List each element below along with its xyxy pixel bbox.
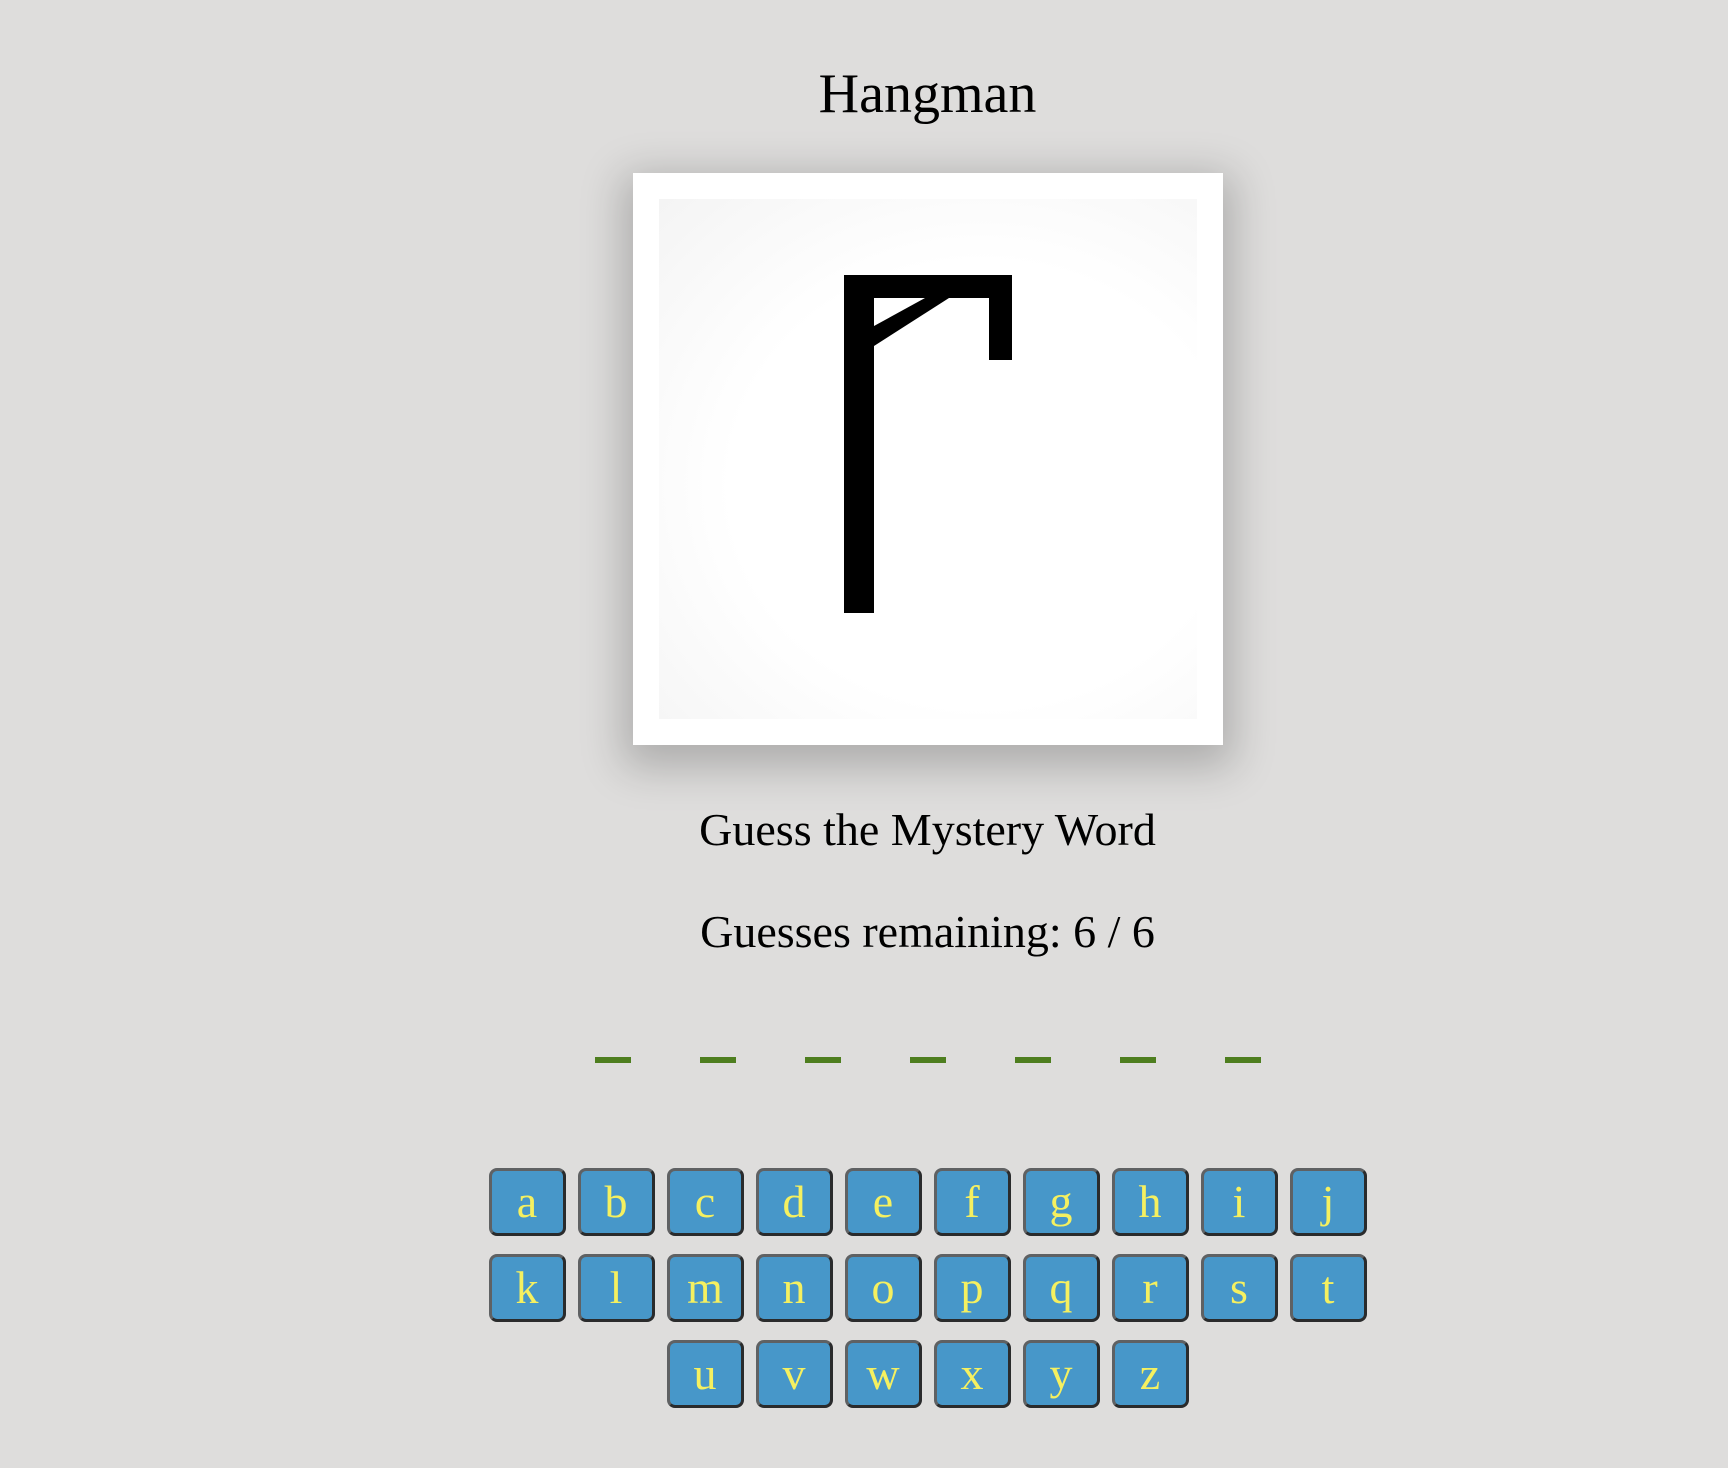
- gallows-drawing: [844, 275, 1012, 613]
- letter-key-q[interactable]: q: [1022, 1254, 1100, 1322]
- letter-key-y[interactable]: y: [1022, 1340, 1100, 1408]
- letter-key-f[interactable]: f: [933, 1168, 1011, 1236]
- letter-blank: [699, 1057, 736, 1063]
- gallows-beam: [844, 275, 1012, 298]
- letter-blank: [1014, 1057, 1051, 1063]
- letter-key-t[interactable]: t: [1289, 1254, 1367, 1322]
- hangman-drawing-frame: [633, 173, 1223, 745]
- letter-key-j[interactable]: j: [1289, 1168, 1367, 1236]
- letter-key-x[interactable]: x: [933, 1340, 1011, 1408]
- letter-blank: [594, 1057, 631, 1063]
- keyboard-row: klmnopqrst: [488, 1254, 1367, 1322]
- letter-key-g[interactable]: g: [1022, 1168, 1100, 1236]
- letter-key-o[interactable]: o: [844, 1254, 922, 1322]
- letter-key-n[interactable]: n: [755, 1254, 833, 1322]
- page-title: Hangman: [818, 63, 1037, 125]
- letter-key-e[interactable]: e: [844, 1168, 922, 1236]
- letter-blank: [1224, 1057, 1261, 1063]
- keyboard-row: uvwxyz: [666, 1340, 1189, 1408]
- keyboard-row: abcdefghij: [488, 1168, 1367, 1236]
- letter-key-i[interactable]: i: [1200, 1168, 1278, 1236]
- letter-blank: [1119, 1057, 1156, 1063]
- gallows-brace: [874, 298, 949, 346]
- letter-key-d[interactable]: d: [755, 1168, 833, 1236]
- letter-key-w[interactable]: w: [844, 1340, 922, 1408]
- letter-key-b[interactable]: b: [577, 1168, 655, 1236]
- instruction-text: Guess the Mystery Word: [699, 804, 1156, 855]
- letter-key-l[interactable]: l: [577, 1254, 655, 1322]
- letter-blank: [909, 1057, 946, 1063]
- letter-key-a[interactable]: a: [488, 1168, 566, 1236]
- letter-key-p[interactable]: p: [933, 1254, 1011, 1322]
- gallows-rope: [989, 275, 1012, 360]
- letter-key-v[interactable]: v: [755, 1340, 833, 1408]
- letter-key-r[interactable]: r: [1111, 1254, 1189, 1322]
- gallows-post: [844, 275, 874, 613]
- letter-key-h[interactable]: h: [1111, 1168, 1189, 1236]
- mystery-word: [0, 1057, 1728, 1063]
- letter-key-z[interactable]: z: [1111, 1340, 1189, 1408]
- letter-key-u[interactable]: u: [666, 1340, 744, 1408]
- letter-key-c[interactable]: c: [666, 1168, 744, 1236]
- hangman-canvas: [659, 199, 1197, 719]
- letter-key-m[interactable]: m: [666, 1254, 744, 1322]
- letter-blank: [804, 1057, 841, 1063]
- hangman-page: Hangman Guess the Mystery Word Guesses r…: [0, 0, 1728, 1468]
- letter-key-k[interactable]: k: [488, 1254, 566, 1322]
- letter-key-s[interactable]: s: [1200, 1254, 1278, 1322]
- letter-keyboard: abcdefghij klmnopqrst uvwxyz: [0, 1168, 1728, 1408]
- guesses-remaining: Guesses remaining: 6 / 6: [700, 906, 1155, 957]
